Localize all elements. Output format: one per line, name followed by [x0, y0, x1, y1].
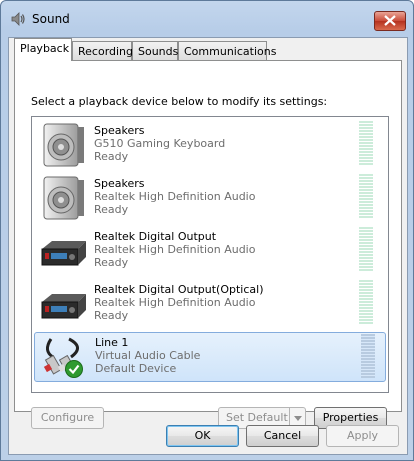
- apply-button[interactable]: Apply: [326, 425, 399, 447]
- configure-button[interactable]: Configure: [31, 407, 104, 429]
- tab-sounds[interactable]: Sounds: [132, 41, 178, 61]
- device-item-selected[interactable]: Line 1 Virtual Audio Cable Default Devic…: [34, 332, 386, 382]
- volume-meter: [359, 121, 373, 165]
- device-description: Realtek High Definition Audio: [94, 190, 256, 203]
- close-icon: [384, 15, 396, 26]
- digital-output-icon: [41, 241, 86, 266]
- volume-meter: [359, 174, 373, 218]
- set-default-label: Set Default: [226, 411, 288, 424]
- device-name: Speakers: [94, 124, 145, 137]
- device-item[interactable]: Speakers Realtek High Definition Audio R…: [32, 171, 388, 224]
- cancel-button[interactable]: Cancel: [246, 425, 319, 447]
- title-bar[interactable]: Sound: [1, 1, 413, 37]
- device-name: Realtek Digital Output(Optical): [94, 283, 264, 296]
- device-item[interactable]: Realtek Digital Output Realtek High Defi…: [32, 224, 388, 277]
- sound-dialog: Sound Playback Recording Sounds Communic…: [0, 0, 414, 461]
- volume-meter: [359, 280, 373, 324]
- device-status: Ready: [94, 309, 129, 322]
- device-list[interactable]: Speakers G510 Gaming Keyboard Ready Spea…: [31, 116, 389, 393]
- window-title: Sound: [32, 12, 70, 26]
- tab-communications[interactable]: Communications: [178, 41, 276, 61]
- device-name: Realtek Digital Output: [94, 230, 217, 243]
- device-name: Line 1: [95, 336, 129, 349]
- device-status: Ready: [94, 150, 129, 163]
- device-description: Realtek High Definition Audio: [94, 243, 256, 256]
- ok-button[interactable]: OK: [166, 425, 239, 447]
- green-check-icon: [65, 360, 83, 378]
- device-status: Ready: [94, 256, 129, 269]
- speaker-icon: [43, 123, 84, 167]
- sound-app-icon: [11, 12, 25, 26]
- dialog-body: Playback Recording Sounds Communications…: [8, 37, 408, 455]
- device-item[interactable]: Speakers G510 Gaming Keyboard Ready: [32, 118, 388, 171]
- device-description: Realtek High Definition Audio: [94, 296, 256, 309]
- playback-panel: Select a playback device below to modify…: [14, 60, 402, 429]
- speaker-icon: [43, 176, 84, 220]
- device-description: Virtual Audio Cable: [95, 349, 201, 362]
- tab-playback[interactable]: Playback: [14, 38, 72, 61]
- device-description: G510 Gaming Keyboard: [94, 137, 226, 150]
- volume-meter: [361, 334, 375, 378]
- volume-meter: [359, 227, 373, 271]
- tab-recording[interactable]: Recording: [72, 41, 133, 61]
- instruction-text: Select a playback device below to modify…: [31, 95, 328, 108]
- device-status: Ready: [94, 203, 129, 216]
- device-status: Default Device: [95, 362, 177, 375]
- device-name: Speakers: [94, 177, 145, 190]
- chevron-down-icon: [294, 416, 302, 421]
- digital-output-icon: [41, 294, 86, 319]
- device-item[interactable]: Realtek Digital Output(Optical) Realtek …: [32, 277, 388, 330]
- close-button[interactable]: [374, 11, 406, 31]
